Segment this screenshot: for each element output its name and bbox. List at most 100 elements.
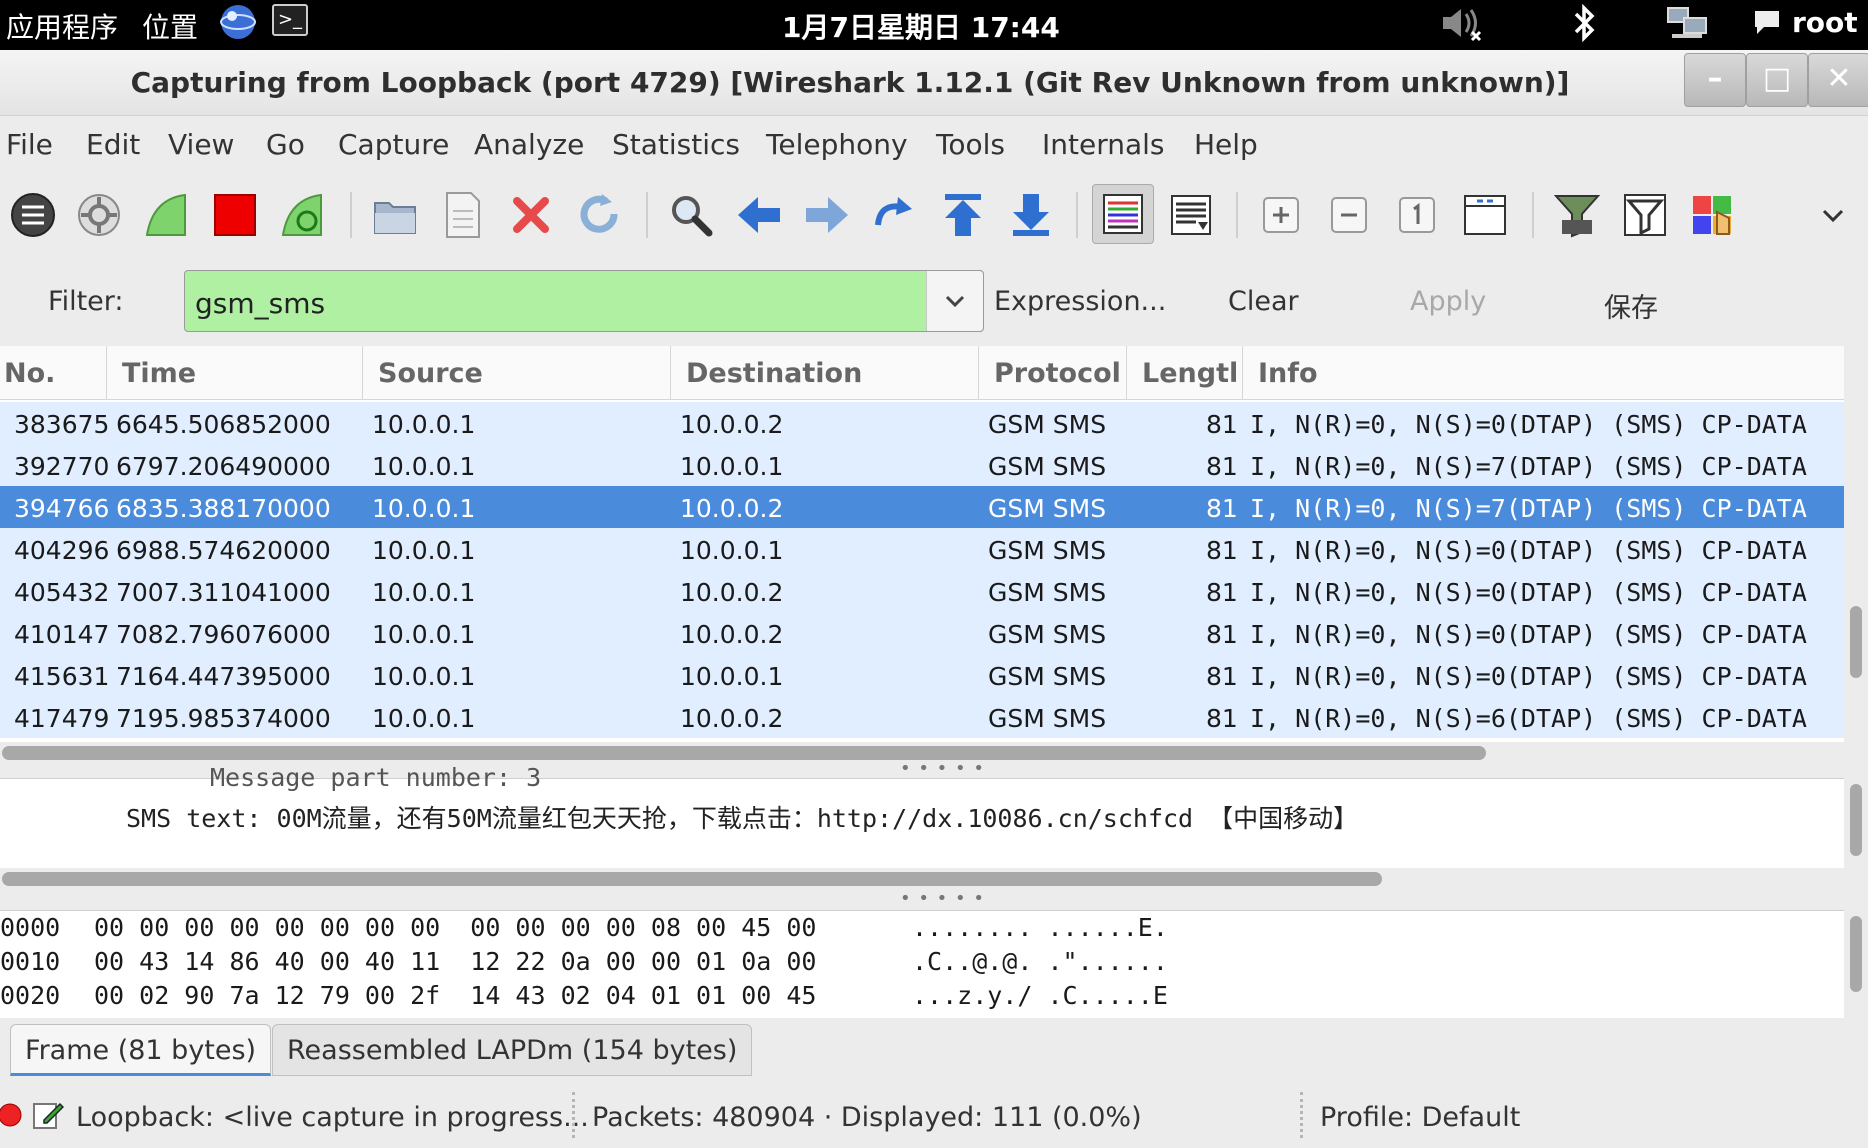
packet-row[interactable]: 410147 7082.796076000 10.0.0.1 10.0.0.2 GSM … — [0, 612, 1844, 654]
column-header-info[interactable]: Info — [1258, 358, 1318, 389]
cell-time: 7007.311041000 — [116, 578, 331, 607]
chat-icon[interactable] — [1752, 8, 1782, 45]
bluetooth-icon[interactable] — [1570, 2, 1600, 51]
close-file-icon[interactable] — [504, 188, 558, 242]
menu-view[interactable]: View — [168, 128, 234, 161]
reload-icon[interactable] — [572, 188, 626, 242]
menu-help[interactable]: Help — [1194, 128, 1258, 161]
hex-row[interactable]: 0010 00 43 14 86 40 00 40 11 12 22 0a 00 … — [0, 947, 1168, 981]
clock[interactable]: 1月7日星期日 17:44 — [782, 6, 1060, 46]
edit-comment-icon[interactable] — [32, 1098, 65, 1137]
packet-row[interactable]: 394766 6835.388170000 10.0.0.1 10.0.0.2 GSM … — [0, 486, 1844, 528]
auto-scroll-icon[interactable] — [1164, 188, 1218, 242]
filter-input[interactable]: gsm_sms — [184, 270, 984, 332]
scrollbar-thumb[interactable] — [1850, 784, 1862, 856]
places-menu[interactable]: 位置 — [142, 6, 198, 46]
go-to-packet-icon[interactable] — [868, 188, 922, 242]
menu-edit[interactable]: Edit — [86, 128, 140, 161]
packet-list-vertical-scrollbar[interactable] — [1844, 346, 1868, 742]
capture-options-icon[interactable] — [72, 188, 126, 242]
menu-telephony[interactable]: Telephony — [766, 128, 908, 161]
first-packet-icon[interactable] — [936, 188, 990, 242]
filter-dropdown-button[interactable] — [926, 271, 983, 331]
menu-file[interactable]: File — [6, 128, 53, 161]
restart-capture-icon[interactable] — [276, 188, 330, 242]
menu-analyze[interactable]: Analyze — [474, 128, 584, 161]
pane-resize-handle[interactable]: • • • • • — [900, 758, 985, 779]
bytes-vertical-scrollbar[interactable] — [1844, 910, 1868, 1018]
capture-filters-icon[interactable] — [1550, 188, 1604, 242]
details-horizontal-scrollbar[interactable] — [0, 868, 1868, 890]
volume-muted-icon[interactable] — [1440, 4, 1482, 49]
menu-go[interactable]: Go — [266, 128, 305, 161]
packet-row[interactable]: 415631 7164.447395000 10.0.0.1 10.0.0.1 GSM … — [0, 654, 1844, 696]
cell-source: 10.0.0.1 — [372, 662, 476, 691]
colorize-icon[interactable] — [1092, 184, 1154, 244]
network-icon[interactable] — [1664, 4, 1710, 51]
stop-capture-icon[interactable] — [208, 188, 262, 242]
scrollbar-thumb[interactable] — [2, 746, 1486, 760]
scrollbar-thumb[interactable] — [1850, 606, 1862, 678]
packet-row[interactable]: 392770 6797.206490000 10.0.0.1 10.0.0.1 GSM … — [0, 444, 1844, 486]
cell-protocol: GSM SMS — [988, 494, 1107, 523]
cell-info: I, N(R)=0, N(S)=0(DTAP) (SMS) CP-DATA — [1250, 410, 1807, 439]
start-capture-icon[interactable] — [140, 188, 194, 242]
column-header-protocol[interactable]: Protocol — [994, 358, 1121, 389]
filter-clear-button[interactable]: Clear — [1228, 286, 1299, 317]
column-header-time[interactable]: Time — [122, 358, 196, 389]
cell-info: I, N(R)=0, N(S)=7(DTAP) (SMS) CP-DATA — [1250, 452, 1807, 481]
normal-size-icon[interactable] — [1390, 188, 1444, 242]
column-header-source[interactable]: Source — [378, 358, 483, 389]
hex-row[interactable]: 0020 00 02 90 7a 12 79 00 2f 14 43 02 04 … — [0, 981, 1168, 1015]
packet-row[interactable]: 405432 7007.311041000 10.0.0.1 10.0.0.2 GSM … — [0, 570, 1844, 612]
scrollbar-thumb[interactable] — [2, 872, 1382, 886]
zoom-out-icon[interactable] — [1322, 188, 1376, 242]
close-button[interactable]: ✕ — [1808, 53, 1868, 107]
column-header-length[interactable]: Lengtl — [1142, 358, 1238, 389]
scrollbar-thumb[interactable] — [1850, 916, 1862, 992]
profile-indicator[interactable]: Profile: Default — [1320, 1102, 1520, 1133]
column-header-no[interactable]: No. — [4, 358, 55, 389]
detail-cut-line[interactable]: Message part number: 3 — [210, 763, 541, 792]
packet-row[interactable]: 417479 7195.985374000 10.0.0.1 10.0.0.2 GSM … — [0, 696, 1844, 738]
go-back-icon[interactable] — [732, 188, 786, 242]
last-packet-icon[interactable] — [1004, 188, 1058, 242]
tab-reassembled-lapdm[interactable]: Reassembled LAPDm (154 bytes) — [272, 1024, 753, 1076]
toolbar-separator — [646, 192, 648, 238]
go-forward-icon[interactable] — [800, 188, 854, 242]
resize-columns-icon[interactable] — [1458, 188, 1512, 242]
tab-frame[interactable]: Frame (81 bytes) — [10, 1024, 272, 1076]
pane-resize-handle[interactable]: • • • • • — [900, 888, 985, 909]
maximize-button[interactable]: □ — [1746, 53, 1808, 107]
coloring-rules-icon[interactable] — [1686, 188, 1740, 242]
user-menu[interactable]: root — [1792, 6, 1858, 39]
minimize-button[interactable]: – — [1684, 53, 1746, 107]
find-packet-icon[interactable] — [664, 188, 718, 242]
zoom-in-icon[interactable] — [1254, 188, 1308, 242]
capture-status-text: Loopback: <live capture in progress... — [76, 1102, 589, 1133]
packet-row[interactable]: 383675 6645.506852000 10.0.0.1 10.0.0.2 GSM … — [0, 402, 1844, 444]
filter-save-button[interactable]: 保存 — [1604, 286, 1658, 325]
sms-text-line[interactable]: SMS text: 00M流量，还有50M流量红包天天抢，下载点击：http:/… — [126, 799, 1358, 835]
display-filters-icon[interactable] — [1618, 188, 1672, 242]
hex-row[interactable]: 0000 00 00 00 00 00 00 00 00 00 00 00 00 … — [0, 913, 1168, 947]
menu-capture[interactable]: Capture — [338, 128, 449, 161]
toolbar-overflow-chevron-icon[interactable] — [1806, 188, 1860, 242]
column-header-destination[interactable]: Destination — [686, 358, 862, 389]
terminal-icon[interactable]: >_ — [272, 4, 308, 36]
applications-menu[interactable]: 应用程序 — [6, 6, 118, 46]
interfaces-icon[interactable] — [6, 188, 60, 242]
chevron-down-icon — [945, 295, 965, 308]
capture-status-icon[interactable] — [0, 1102, 26, 1135]
menu-tools[interactable]: Tools — [936, 128, 1005, 161]
filter-expression-button[interactable]: Expression... — [994, 286, 1166, 317]
browser-icon[interactable] — [218, 2, 258, 49]
menu-internals[interactable]: Internals — [1042, 128, 1165, 161]
save-file-icon[interactable] — [436, 188, 490, 242]
filter-apply-button[interactable]: Apply — [1410, 286, 1486, 317]
menu-statistics[interactable]: Statistics — [612, 128, 740, 161]
cell-length: 81 — [1206, 704, 1238, 733]
details-vertical-scrollbar[interactable] — [1844, 778, 1868, 868]
packet-row[interactable]: 404296 6988.574620000 10.0.0.1 10.0.0.1 GSM … — [0, 528, 1844, 570]
open-file-icon[interactable] — [368, 188, 422, 242]
